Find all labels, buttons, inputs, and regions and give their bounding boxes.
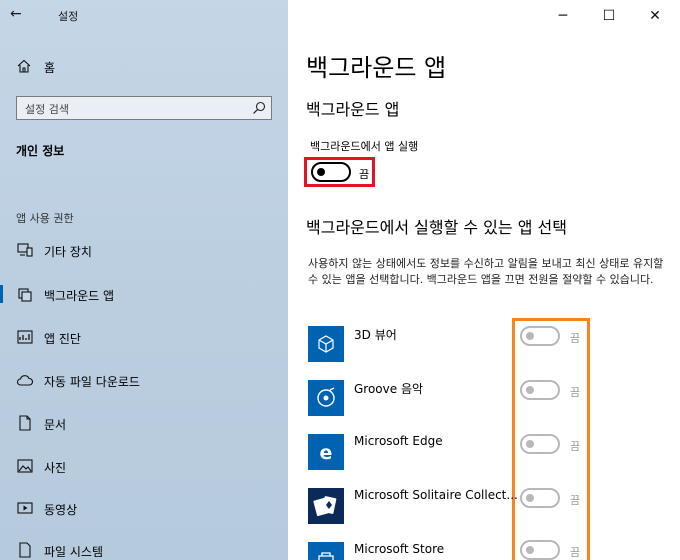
sidebar-item-file-system[interactable]: 파일 시스템 xyxy=(0,535,288,560)
sidebar-item-documents[interactable]: 문서 xyxy=(0,408,288,438)
toggle-knob xyxy=(317,168,325,176)
sidebar-item-label: 파일 시스템 xyxy=(44,545,104,559)
devices-icon xyxy=(16,241,34,259)
groove-music-icon xyxy=(308,380,344,416)
toggle-state-label: 끔 xyxy=(570,332,581,345)
toggle-caption: 백그라운드에서 앱 실행 xyxy=(310,140,419,153)
search-placeholder: 설정 검색 xyxy=(25,103,69,116)
app-selection-title: 백그라운드에서 실행할 수 있는 앱 선택 xyxy=(306,218,567,237)
file-system-icon xyxy=(16,541,34,559)
toggle-knob xyxy=(526,386,534,394)
app-name: Groove 음악 xyxy=(354,382,424,396)
toggle-knob xyxy=(526,494,534,502)
app-row-microsoft-store: Microsoft Store xyxy=(308,542,678,560)
app-name: Microsoft Edge xyxy=(354,434,443,448)
toggle-state-label: 끔 xyxy=(570,440,581,453)
sidebar-item-label: 문서 xyxy=(44,418,67,432)
sidebar-item-label: 백그라운드 앱 xyxy=(44,289,115,303)
app-toggle-groove-music[interactable] xyxy=(520,380,560,400)
home-icon xyxy=(16,58,32,74)
toggle-knob xyxy=(526,546,534,554)
edge-icon: e xyxy=(308,434,344,470)
minimize-button[interactable]: ─ xyxy=(540,0,586,32)
app-title: 설정 xyxy=(58,10,79,23)
main-panel: ─ ☐ ✕ 백그라운드 앱 백그라운드 앱 백그라운드에서 앱 실행 끔 백그라… xyxy=(288,0,680,560)
toggle-state-label: 끔 xyxy=(570,494,581,507)
sidebar-item-videos[interactable]: 동영상 xyxy=(0,493,288,523)
sidebar-item-label: 기타 장치 xyxy=(44,245,92,259)
3d-viewer-icon xyxy=(308,326,344,362)
sidebar-titlebar: ← 설정 xyxy=(0,0,288,32)
sidebar-item-pictures[interactable]: 사진 xyxy=(0,451,288,481)
background-apps-toggle[interactable] xyxy=(311,162,351,182)
background-apps-icon xyxy=(16,285,34,303)
window-controls: ─ ☐ ✕ xyxy=(540,0,680,32)
toggle-state-label: 끔 xyxy=(570,546,581,559)
sidebar-item-label: 앱 진단 xyxy=(44,332,81,346)
sidebar-item-label: 자동 파일 다운로드 xyxy=(44,375,140,389)
picture-icon xyxy=(16,457,34,475)
app-name: Microsoft Store xyxy=(354,542,445,556)
svg-text:e: e xyxy=(320,442,333,464)
section-title: 개인 정보 xyxy=(16,144,65,158)
cloud-icon xyxy=(16,371,34,389)
solitaire-icon xyxy=(308,488,344,524)
app-toggle-3d-viewer[interactable] xyxy=(520,326,560,346)
toggle-state-label: 끔 xyxy=(359,168,370,181)
toggle-knob xyxy=(526,440,534,448)
app-row-3d-viewer: 3D 뷰어 xyxy=(308,326,678,366)
sidebar-item-background-apps[interactable]: 백그라운드 앱 xyxy=(0,279,288,309)
app-row-groove-music: Groove 음악 xyxy=(308,380,678,420)
sidebar-item-label: 홈 xyxy=(44,61,56,75)
app-name: Microsoft Solitaire Collect... xyxy=(354,488,518,502)
store-icon xyxy=(308,542,344,560)
close-button[interactable]: ✕ xyxy=(632,0,678,32)
toggle-knob xyxy=(526,332,534,340)
section-subtitle: 백그라운드 앱 xyxy=(306,100,400,119)
search-input[interactable]: 설정 검색 xyxy=(16,96,272,120)
diagnostics-icon xyxy=(16,328,34,346)
app-name: 3D 뷰어 xyxy=(354,328,397,342)
sidebar-item-devices[interactable]: 기타 장치 xyxy=(0,235,288,265)
toggle-state-label: 끔 xyxy=(570,386,581,399)
sidebar: ← 설정 홈 설정 검색 개인 정보 앱 사용 권한 기타 장치 백그라운드 앱… xyxy=(0,0,288,560)
sidebar-item-home[interactable]: 홈 xyxy=(0,54,288,80)
page-title: 백그라운드 앱 xyxy=(306,54,447,82)
app-row-solitaire: Microsoft Solitaire Collect... xyxy=(308,488,678,528)
app-toggle-microsoft-store[interactable] xyxy=(520,540,560,560)
sidebar-item-auto-file-download[interactable]: 자동 파일 다운로드 xyxy=(0,365,288,395)
video-icon xyxy=(16,499,34,517)
sidebar-item-label: 사진 xyxy=(44,461,67,475)
maximize-button[interactable]: ☐ xyxy=(586,0,632,32)
app-toggle-microsoft-edge[interactable] xyxy=(520,434,560,454)
selection-indicator xyxy=(0,285,3,303)
description-text: 사용하지 않는 상태에서도 정보를 수신하고 알림을 보내고 최신 상태로 유지… xyxy=(308,257,664,286)
back-button[interactable]: ← xyxy=(10,6,34,26)
search-icon[interactable] xyxy=(251,100,267,116)
group-header: 앱 사용 권한 xyxy=(16,212,74,225)
app-row-microsoft-edge: e Microsoft Edge xyxy=(308,434,678,474)
sidebar-item-label: 동영상 xyxy=(44,503,78,517)
document-icon xyxy=(16,414,34,432)
app-toggle-solitaire[interactable] xyxy=(520,488,560,508)
sidebar-item-app-diagnostics[interactable]: 앱 진단 xyxy=(0,322,288,352)
